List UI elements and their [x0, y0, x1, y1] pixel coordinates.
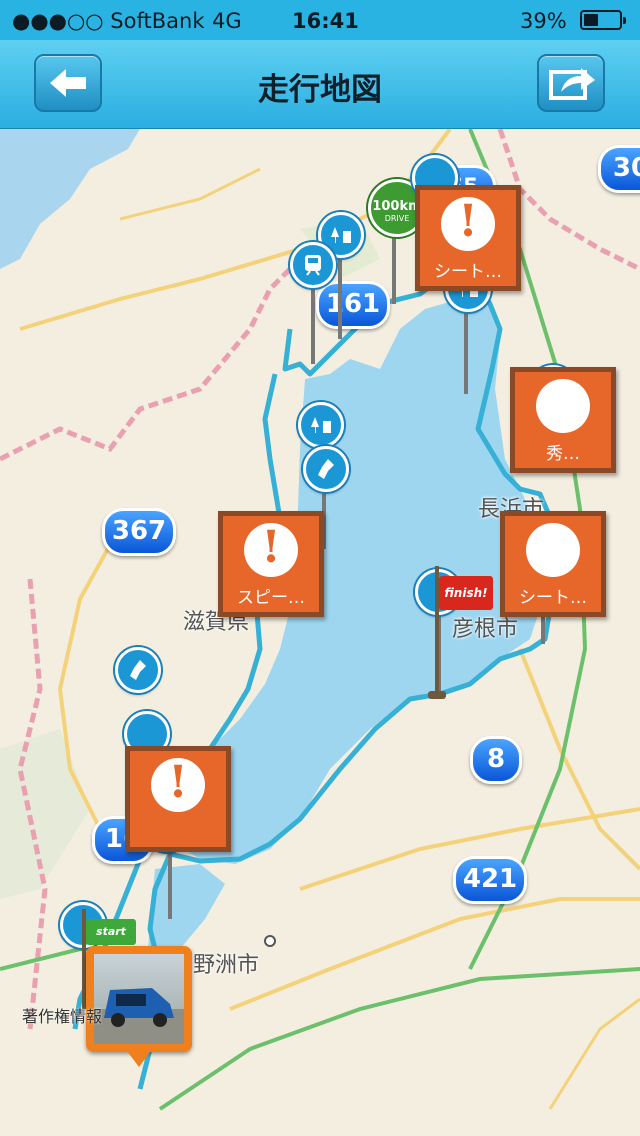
finish-flag[interactable]: finish! [439, 576, 493, 610]
carrier-label: ●●●○○ SoftBank [12, 9, 205, 33]
sign-caption: スピー… [237, 588, 305, 608]
sign-caption: シート… [519, 588, 587, 608]
route-421-shield: 421 [453, 856, 527, 904]
car-photo [94, 954, 184, 1044]
copyright-link[interactable]: 著作権情報 [22, 1003, 102, 1027]
flag-base [428, 691, 446, 699]
warning-sign[interactable]: ! [125, 746, 231, 852]
landmark-sign-hide[interactable]: 秀… [510, 367, 616, 473]
warning-sign-speed[interactable]: ! スピー… [218, 511, 324, 617]
warning-sign-seat[interactable]: シート… [500, 511, 606, 617]
route-map[interactable]: 30 65 161 367 8 421 16 滋賀県 長浜市 彦根市 野洲市 1… [0, 129, 640, 1136]
sign-caption: 秀… [546, 444, 580, 464]
exclamation-icon: ! [458, 196, 478, 247]
nav-bar: 走行地図 [0, 40, 640, 129]
battery-icon [580, 10, 626, 30]
car-image [94, 988, 184, 1044]
battery-percent: 39% [520, 9, 567, 33]
warning-sign-seat[interactable]: ! シート… [415, 185, 521, 291]
route-8-shield: 8 [470, 736, 522, 784]
lake-icon [130, 660, 146, 680]
spot-pin[interactable] [290, 242, 336, 288]
label-yasu: 野洲市 [193, 953, 260, 978]
route-30-shield: 30 [598, 145, 640, 193]
tree-icon [331, 227, 351, 243]
spot-pin[interactable] [298, 402, 344, 448]
start-flag[interactable]: start [86, 919, 136, 945]
share-button[interactable] [537, 54, 605, 112]
sign-caption: シート… [434, 262, 502, 282]
tree-icon [311, 417, 331, 433]
exclamation-icon: ! [261, 522, 281, 573]
photo-marker-pointer [127, 1051, 151, 1067]
pin-pole [464, 309, 468, 394]
lake-icon [318, 459, 334, 479]
train-icon [305, 255, 321, 276]
share-arrow-icon [549, 68, 595, 100]
route-161-shield: 161 [316, 281, 390, 329]
exclamation-icon: ! [168, 757, 188, 808]
status-bar: ●●●○○ SoftBank 4G 16:41 39% [0, 0, 640, 40]
network-label: 4G [212, 9, 242, 33]
clock: 16:41 [292, 9, 359, 33]
route-367-shield: 367 [102, 508, 176, 556]
spot-pin[interactable] [303, 446, 349, 492]
photo-marker[interactable] [86, 946, 192, 1052]
spot-pin[interactable] [115, 647, 161, 693]
